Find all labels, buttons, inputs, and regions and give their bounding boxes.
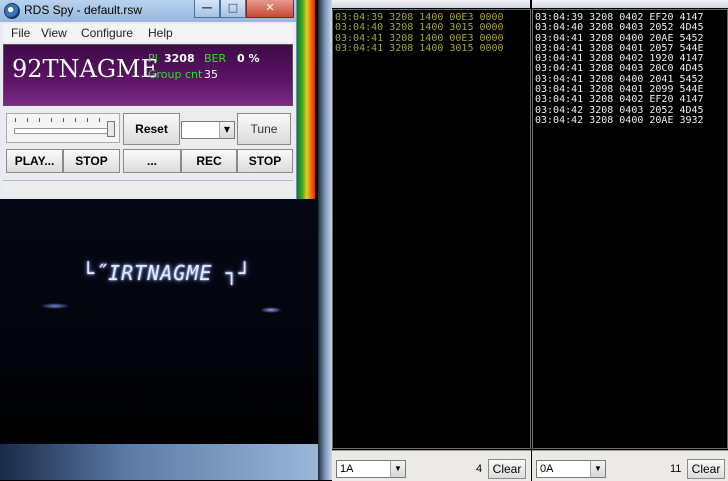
pi-value: 3208 xyxy=(164,52,195,65)
tune-button[interactable]: Tune xyxy=(237,113,291,145)
group-type-value: 1A xyxy=(340,463,354,475)
slider-tick xyxy=(63,118,64,122)
record-button[interactable]: REC xyxy=(181,149,237,173)
menu-configure[interactable]: Configure xyxy=(81,26,133,40)
button-glow xyxy=(260,307,282,313)
chevron-down-icon[interactable]: ▼ xyxy=(590,461,605,477)
group-log: 03:04:39 3208 0402 EF20 4147 03:04:40 32… xyxy=(534,12,704,126)
slider-tick xyxy=(75,118,76,122)
rds-display: 92TNAGME PI 3208 BER 0 % Group cnt 35 xyxy=(3,44,293,106)
menu-file[interactable]: File xyxy=(11,26,30,40)
pi-label: PI xyxy=(148,52,158,65)
ber-label: BER xyxy=(204,52,227,65)
slider-track[interactable] xyxy=(14,128,110,134)
ber-value: 0 % xyxy=(237,52,260,65)
group-count-label: Group cnt xyxy=(148,68,203,81)
chevron-down-icon[interactable]: ▼ xyxy=(390,461,405,477)
frequency-select[interactable]: ▼ xyxy=(181,121,235,139)
group-count-value: 35 xyxy=(204,68,218,81)
clear-button[interactable]: Clear xyxy=(687,459,725,479)
desktop-background xyxy=(0,444,318,480)
signal-level-strip xyxy=(297,0,315,199)
menu-bar: File View Configure Help xyxy=(3,24,293,42)
title-bar[interactable]: RDS Spy - default.rsw — □ ✕ xyxy=(0,0,296,22)
group-log-panel-0a[interactable]: 03:04:39 3208 0402 EF20 4147 03:04:40 32… xyxy=(532,9,728,449)
slider-tick xyxy=(15,118,16,122)
ps-name: 92TNAGME xyxy=(12,55,159,83)
rds-spy-window: RDS Spy - default.rsw — □ ✕ File View Co… xyxy=(0,0,297,199)
stop-playback-button[interactable]: STOP xyxy=(63,149,120,173)
slider-tick xyxy=(51,118,52,122)
tab-strip[interactable] xyxy=(332,0,530,8)
group-type-value: 0A xyxy=(540,463,554,475)
window-border xyxy=(318,0,332,480)
chevron-down-icon[interactable]: ▼ xyxy=(219,122,234,138)
group-log-panel-1a[interactable]: 03:04:39 3208 1400 00E3 0000 03:04:40 32… xyxy=(332,9,531,449)
group-type-select[interactable]: 0A ▼ xyxy=(536,460,606,478)
group-count: 11 xyxy=(670,463,682,475)
browse-button[interactable]: ... xyxy=(123,149,181,173)
panel-footer: 1A ▼ 4 Clear xyxy=(332,450,531,481)
log-line: 03:04:41 3208 1400 3015 0000 xyxy=(335,42,504,54)
menu-view[interactable]: View xyxy=(41,26,67,40)
group-type-select[interactable]: 1A ▼ xyxy=(336,460,406,478)
clear-button[interactable]: Clear xyxy=(488,459,526,479)
slider-thumb[interactable] xyxy=(107,121,115,137)
tab-strip[interactable] xyxy=(532,0,728,8)
maximize-button[interactable]: □ xyxy=(220,0,246,18)
reset-button[interactable]: Reset xyxy=(123,113,180,145)
slider-tick xyxy=(39,118,40,122)
window-title: RDS Spy - default.rsw xyxy=(24,3,143,17)
panel-footer: 0A ▼ 11 Clear xyxy=(532,450,728,481)
close-button[interactable]: ✕ xyxy=(246,0,294,18)
stop-record-button[interactable]: STOP xyxy=(237,149,293,173)
menu-help[interactable]: Help xyxy=(148,26,173,40)
group-log: 03:04:39 3208 1400 00E3 0000 03:04:40 32… xyxy=(334,12,504,54)
button-glow xyxy=(40,303,70,309)
slider-tick xyxy=(27,118,28,122)
app-icon[interactable] xyxy=(4,3,20,19)
status-bar xyxy=(3,180,293,195)
minimize-button[interactable]: — xyxy=(194,0,220,18)
slider-tick xyxy=(87,118,88,122)
control-panel: Reset ▼ Tune PLAY... STOP ... REC STOP xyxy=(3,109,293,177)
volume-slider[interactable] xyxy=(6,113,120,143)
play-button[interactable]: PLAY... xyxy=(6,149,63,173)
radio-lcd-text: └˝IRTNAGME ┐┘ xyxy=(82,261,252,285)
group-count: 4 xyxy=(476,463,483,475)
radio-display-photo: └˝IRTNAGME ┐┘ xyxy=(0,199,318,444)
log-line: 03:04:42 3208 0400 20AE 3932 xyxy=(535,114,704,126)
slider-tick xyxy=(99,118,100,122)
